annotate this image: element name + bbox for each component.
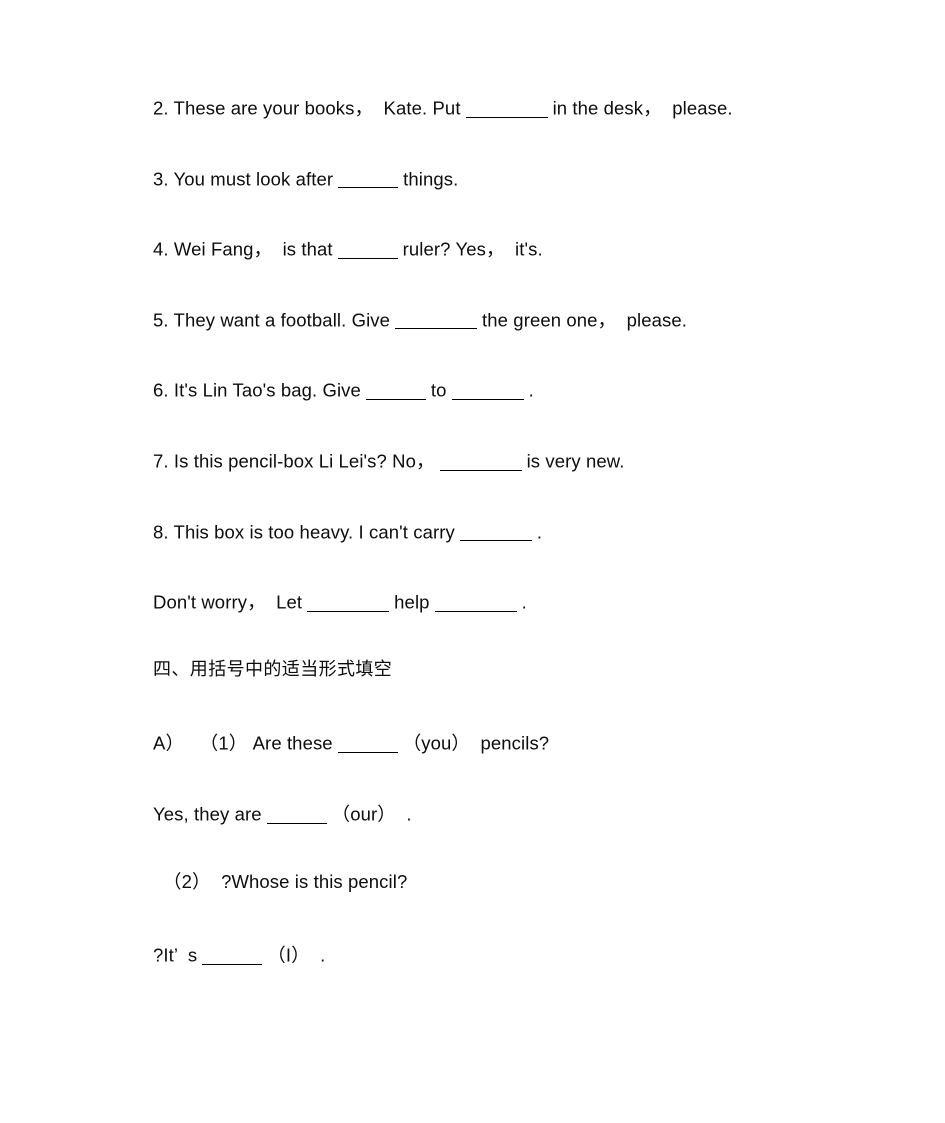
q3-blank[interactable] xyxy=(338,170,399,189)
section-four-line-a1: A） （1） Are these （you） pencils? xyxy=(153,731,893,802)
q4-text-before: Wei Fang， is that xyxy=(168,238,333,260)
dont-worry-text-before: Don't worry， Let xyxy=(153,591,303,613)
q5-blank[interactable] xyxy=(395,311,478,330)
a1-text-before: Are these xyxy=(247,732,333,754)
q6-blank-1[interactable] xyxy=(365,381,426,400)
q4-blank[interactable] xyxy=(337,240,398,259)
a2-answer-text-after: （I） . xyxy=(267,944,326,966)
section-four-line-a2: （2） ?Whose is this pencil? xyxy=(153,870,893,944)
q6-text-before: It's Lin Tao's bag. Give xyxy=(168,379,361,401)
document-body: 2. These are your books， Kate. Put in the… xyxy=(153,96,893,1014)
q2-number: 2. xyxy=(153,97,169,119)
section-four-line-a2-answer: ?It’ s （I） . xyxy=(153,943,893,1014)
a1-text-after: （you） pencils? xyxy=(402,732,550,754)
q5-number: 5. xyxy=(153,309,169,331)
q3-text-after: things. xyxy=(403,168,459,190)
a1-answer-text-after: （our） . xyxy=(331,803,412,825)
q6-blank-2[interactable] xyxy=(451,381,524,400)
q7-text-after: is very new. xyxy=(526,450,625,472)
section-four-heading: 四、用括号中的适当形式填空 xyxy=(153,658,393,680)
q8-text-after: . xyxy=(536,521,543,543)
exercise-line-q2: 2. These are your books， Kate. Put in the… xyxy=(153,96,893,167)
q3-number: 3. xyxy=(153,168,169,190)
q6-text-mid: to xyxy=(430,379,447,401)
part-a-label: A） xyxy=(153,732,185,754)
a2-answer-text-before: ?It’ s xyxy=(153,944,198,966)
exercise-line-q4: 4. Wei Fang， is that ruler? Yes， it's. xyxy=(153,237,893,308)
dont-worry-blank-2[interactable] xyxy=(434,593,517,612)
a1-answer-text-before: Yes, they are xyxy=(153,803,262,825)
exercise-line-dont-worry: Don't worry， Let help. xyxy=(153,590,893,661)
q6-text-after: . xyxy=(528,379,534,401)
q8-text-before: This box is too heavy. I can't carry xyxy=(168,521,455,543)
q4-text-after: ruler? Yes， it's. xyxy=(402,238,543,260)
a1-prefix: （1） xyxy=(199,732,248,754)
q7-text-before: Is this pencil-box Li Lei's? No， xyxy=(168,450,435,472)
a1-spacer xyxy=(184,733,200,754)
dont-worry-text-mid: help xyxy=(394,591,430,613)
section-four-line-a1-answer: Yes, they are （our） . xyxy=(153,802,893,873)
q2-text-before: These are your books， Kate. Put xyxy=(168,97,461,119)
q6-number: 6. xyxy=(153,379,169,401)
a2-prefix: （2） xyxy=(163,870,211,892)
q5-text-before: They want a football. Give xyxy=(168,309,391,331)
q2-blank[interactable] xyxy=(465,99,548,118)
q8-number: 8. xyxy=(153,521,169,543)
exercise-line-q6: 6. It's Lin Tao's bag. Give to. xyxy=(153,378,893,449)
dont-worry-blank-1[interactable] xyxy=(307,593,390,612)
a2-text-before: ?Whose is this pencil? xyxy=(210,870,408,892)
exercise-line-q7: 7. Is this pencil-box Li Lei's? No， is ve… xyxy=(153,449,893,520)
q7-number: 7. xyxy=(153,450,169,472)
a1-answer-blank[interactable] xyxy=(266,805,327,824)
q8-blank[interactable] xyxy=(459,523,532,542)
document-page: 2. These are your books， Kate. Put in the… xyxy=(0,0,945,1123)
exercise-line-q3: 3. You must look after things. xyxy=(153,167,893,238)
q3-text-before: You must look after xyxy=(168,168,334,190)
q4-number: 4. xyxy=(153,238,169,260)
a2-answer-blank[interactable] xyxy=(202,946,263,965)
a1-blank[interactable] xyxy=(337,734,398,753)
q7-blank[interactable] xyxy=(439,452,522,471)
exercise-line-q8: 8. This box is too heavy. I can't carry. xyxy=(153,520,893,591)
dont-worry-text-after: . xyxy=(521,591,527,613)
q5-text-after: the green one， please. xyxy=(482,309,687,331)
q2-text-after: in the desk， please. xyxy=(552,97,733,119)
exercise-line-q5: 5. They want a football. Give the green o… xyxy=(153,308,893,379)
